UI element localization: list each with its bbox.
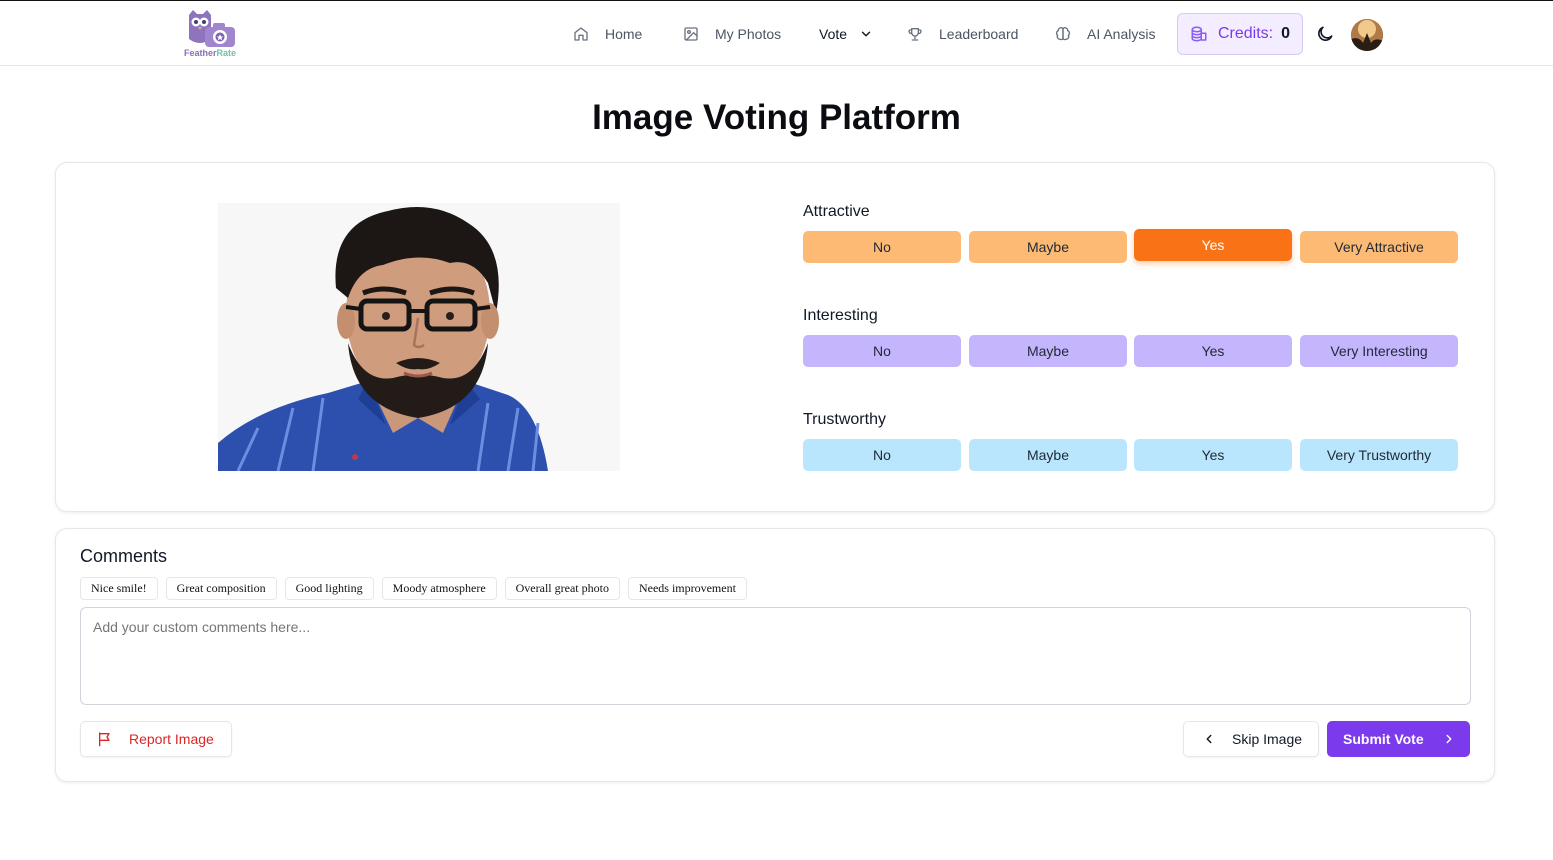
chevron-down-icon [861,31,871,37]
nav-vote-label: Vote [819,26,848,42]
voting-card: Attractive No Maybe Yes Very Attractive … [55,162,1495,512]
brand-name-part1: Feather [183,48,217,58]
attractive-very-button[interactable]: Very Attractive [1300,231,1458,263]
comment-chip[interactable]: Great composition [165,577,277,600]
brain-icon [1055,27,1071,41]
custom-comment-input[interactable] [80,607,1471,705]
nav-my-photos-label: My Photos [715,26,782,42]
submit-vote-button[interactable]: Submit Vote [1327,721,1470,757]
brand-name-part2: Rate [216,48,237,58]
nav-leaderboard[interactable]: Leaderboard [907,21,1018,47]
comments-card: Comments Nice smile! Great composition G… [55,528,1495,782]
top-navbar: FeatherRate Home My Photos Vote Leaderbo… [0,1,1553,66]
comment-chip[interactable]: Good lighting [284,577,374,600]
flag-icon [99,732,110,747]
group-title-attractive: Attractive [803,203,870,220]
submit-vote-label: Submit Vote [1343,731,1424,747]
skip-image-button[interactable]: Skip Image [1183,721,1319,757]
coins-icon [1191,26,1207,42]
chevron-right-icon [1446,734,1452,744]
trophy-icon [908,28,922,41]
attractive-maybe-button[interactable]: Maybe [969,231,1127,263]
group-title-interesting: Interesting [803,307,878,324]
interesting-very-button[interactable]: Very Interesting [1300,335,1458,367]
report-image-button[interactable]: Report Image [80,721,232,757]
brand-name: FeatherRate [181,48,239,58]
chevron-left-icon [1206,734,1212,744]
comment-chips: Nice smile! Great composition Good light… [80,577,747,600]
nav-ai-analysis-label: AI Analysis [1087,26,1156,42]
owl-camera-logo-icon [189,10,235,47]
attractive-no-button[interactable]: No [803,231,961,263]
trustworthy-maybe-button[interactable]: Maybe [969,439,1127,471]
comment-chip[interactable]: Moody atmosphere [381,577,497,600]
home-icon [574,27,588,41]
page-title: Image Voting Platform [592,98,961,137]
nav-home[interactable]: Home [573,21,642,47]
avatar-image [1351,19,1383,51]
comment-chip[interactable]: Overall great photo [504,577,620,600]
comment-chip[interactable]: Needs improvement [627,577,747,600]
attractive-yes-button[interactable]: Yes [1134,229,1292,261]
comments-title: Comments [80,546,168,566]
portrait-illustration [218,203,620,471]
group-title-trustworthy: Trustworthy [803,411,886,428]
skip-image-label: Skip Image [1232,731,1303,747]
nav-vote-dropdown[interactable]: Vote [819,21,873,47]
nav-leaderboard-label: Leaderboard [939,26,1019,42]
user-avatar[interactable] [1351,19,1383,51]
portrait-photo [218,203,620,471]
nav-my-photos[interactable]: My Photos [683,21,781,47]
report-image-label: Report Image [129,731,214,747]
nav-ai-analysis[interactable]: AI Analysis [1055,21,1155,47]
comment-chip[interactable]: Nice smile! [80,577,158,600]
interesting-maybe-button[interactable]: Maybe [969,335,1127,367]
brand-logo[interactable]: FeatherRate [181,9,239,59]
trustworthy-very-button[interactable]: Very Trustworthy [1300,439,1458,471]
interesting-no-button[interactable]: No [803,335,961,367]
interesting-yes-button[interactable]: Yes [1134,335,1292,367]
nav-home-label: Home [605,26,643,42]
credits-button[interactable]: Credits: 0 [1177,13,1303,55]
trustworthy-no-button[interactable]: No [803,439,961,471]
theme-toggle-button[interactable] [1315,24,1335,44]
credits-value: 0 [1281,25,1291,42]
credits-label: Credits: [1218,25,1274,42]
moon-icon [1318,26,1333,41]
trustworthy-yes-button[interactable]: Yes [1134,439,1292,471]
image-icon [684,27,698,41]
